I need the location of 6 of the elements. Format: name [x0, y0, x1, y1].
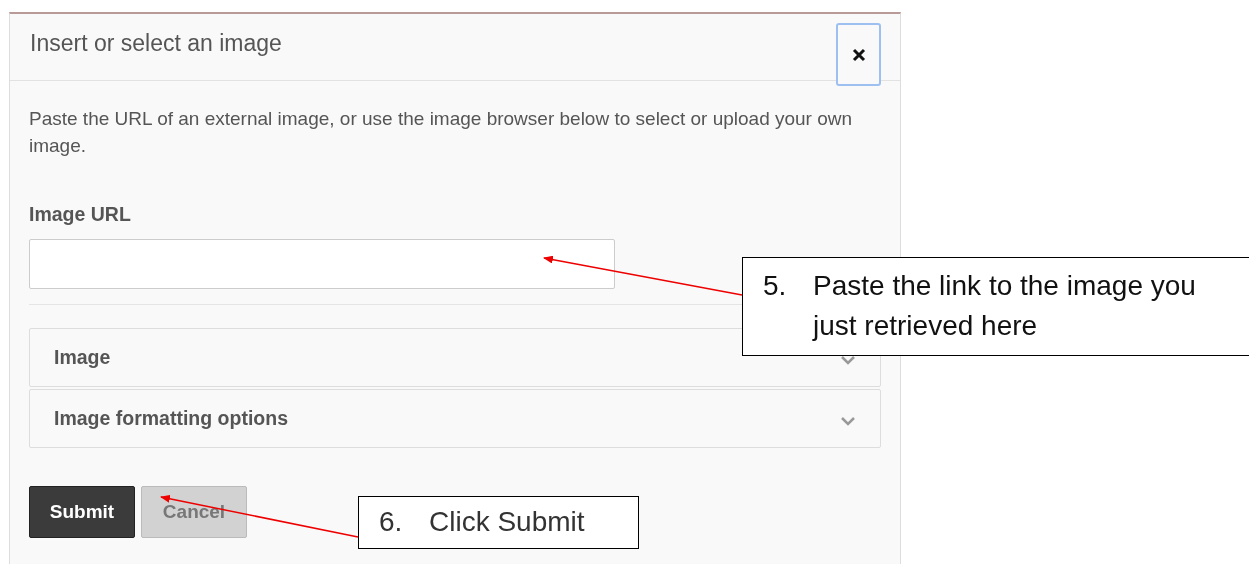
- step-number: 5.: [763, 269, 788, 303]
- callout-text: Click Submit: [429, 505, 586, 539]
- dialog-title: Insert or select an image: [30, 30, 282, 57]
- field-label: Image URL: [29, 203, 132, 226]
- description-text: Paste the URL of an external image, or use the image browser below to select or upload your own image.: [29, 107, 854, 158]
- step-number: 6.: [379, 505, 404, 539]
